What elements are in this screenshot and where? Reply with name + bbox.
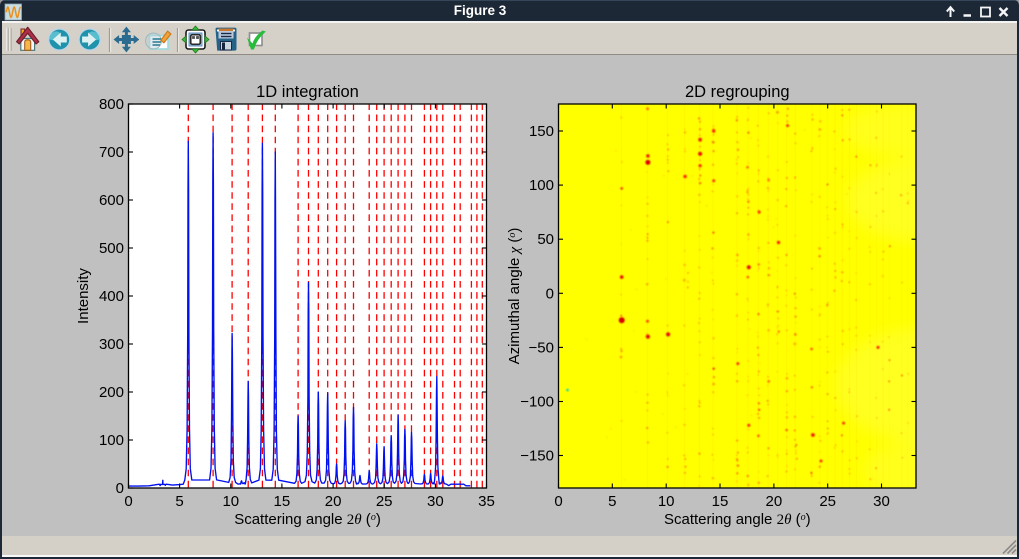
svg-text:20: 20 [766,493,783,510]
svg-text:Intensity: Intensity [75,268,92,324]
svg-text:2D regrouping: 2D regrouping [685,83,790,101]
svg-text:10: 10 [222,493,239,510]
svg-text:20: 20 [325,493,342,510]
svg-text:800: 800 [99,96,124,113]
svg-text:15: 15 [712,493,729,510]
svg-text:700: 700 [99,144,124,161]
svg-text:0: 0 [546,285,554,302]
svg-text:5: 5 [608,493,616,510]
svg-text:600: 600 [99,192,124,209]
svg-text:500: 500 [99,240,124,257]
svg-text:0: 0 [554,493,562,510]
svg-text:0: 0 [116,480,124,497]
svg-text:25: 25 [376,493,393,510]
svg-text:150: 150 [529,123,554,140]
svg-text:100: 100 [529,177,554,194]
svg-text:30: 30 [427,493,444,510]
svg-text:35: 35 [478,493,495,510]
svg-text:1D integration: 1D integration [256,83,359,101]
svg-text:30: 30 [873,493,890,510]
svg-text:−100: −100 [520,394,554,411]
svg-text:15: 15 [274,493,291,510]
svg-text:Scattering angle 2θ (o): Scattering angle 2θ (o) [234,511,381,528]
svg-text:10: 10 [658,493,675,510]
svg-text:5: 5 [175,493,183,510]
svg-text:400: 400 [99,288,124,305]
svg-text:25: 25 [819,493,836,510]
svg-text:Azimuthal angle χ (o): Azimuthal angle χ (o) [506,228,523,365]
svg-text:100: 100 [99,432,124,449]
svg-text:−50: −50 [529,339,554,356]
svg-text:Scattering angle 2θ (o): Scattering angle 2θ (o) [664,511,811,528]
svg-text:−150: −150 [520,448,554,465]
svg-text:50: 50 [537,231,554,248]
svg-text:0: 0 [124,493,132,510]
svg-text:200: 200 [99,384,124,401]
svg-text:300: 300 [99,336,124,353]
